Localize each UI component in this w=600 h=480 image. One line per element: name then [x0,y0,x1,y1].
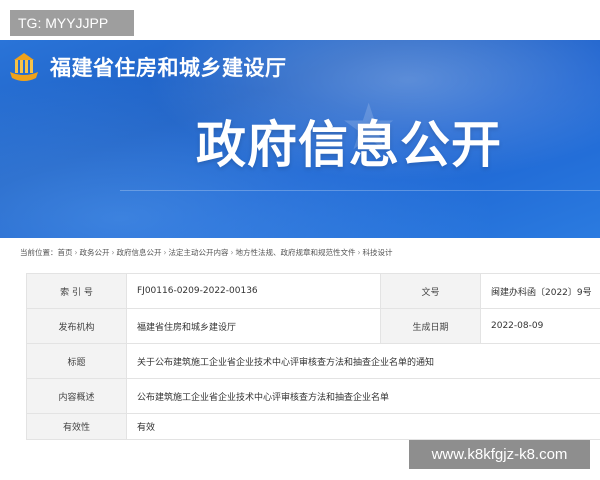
watermark-top: TG: MYYJJPP [10,10,134,36]
table-row: 发布机构 福建省住房和城乡建设厅 生成日期 2022-08-09 [26,308,600,344]
breadcrumb-separator: › [74,248,78,257]
breadcrumb-item-info-disclosure[interactable]: 政府信息公开 [117,248,162,257]
breadcrumb-item-gov-affairs[interactable]: 政务公开 [80,248,110,257]
breadcrumb-separator: › [357,248,361,257]
breadcrumb-separator: › [111,248,115,257]
watermark-url: www.k8kfgjz-k8.com [409,440,590,469]
date-value: 2022-08-09 [480,308,600,344]
publisher-value: 福建省住房和城乡建设厅 [126,308,381,344]
validity-label: 有效性 [26,413,127,440]
table-row: 有效性 有效 [26,413,600,440]
title-value: 关于公布建筑施工企业省企业技术中心评审核查方法和抽查企业名单的通知 [126,343,600,379]
summary-label: 内容概述 [26,378,127,414]
breadcrumb-separator: › [163,248,167,257]
breadcrumb-item-tech-design[interactable]: 科技设计 [363,248,393,257]
banner-divider [120,190,600,191]
breadcrumb: 当前位置：首页 › 政务公开 › 政府信息公开 › 法定主动公开内容 › 地方性法规、政府规章和… [20,246,393,260]
breadcrumb-prefix: 当前位置： [20,248,58,257]
title-label: 标题 [26,343,127,379]
breadcrumb-item-statutory-content[interactable]: 法定主动公开内容 [169,248,229,257]
breadcrumb-separator: › [230,248,234,257]
breadcrumb-item-regulations[interactable]: 地方性法规、政府规章和规范性文件 [236,248,356,257]
publisher-label: 发布机构 [26,308,127,344]
doc-number-value: 闽建办科函〔2022〕9号 [480,273,600,309]
department-name[interactable]: 福建省住房和城乡建设厅 [50,52,287,84]
validity-value: 有效 [126,413,600,440]
emblem-logo-icon [10,53,38,81]
document-info-table: 索 引 号 FJ00116-0209-2022-00136 文号 闽建办科函〔2… [26,273,600,440]
doc-number-label: 文号 [380,273,481,309]
breadcrumb-item-home[interactable]: 首页 [58,248,73,257]
index-label: 索 引 号 [26,273,127,309]
summary-value: 公布建筑施工企业省企业技术中心评审核查方法和抽查企业名单 [126,378,600,414]
date-label: 生成日期 [380,308,481,344]
table-row: 内容概述 公布建筑施工企业省企业技术中心评审核查方法和抽查企业名单 [26,378,600,414]
page-title: 政府信息公开 [196,116,502,174]
table-row: 标题 关于公布建筑施工企业省企业技术中心评审核查方法和抽查企业名单的通知 [26,343,600,379]
index-value: FJ00116-0209-2022-00136 [126,273,381,309]
table-row: 索 引 号 FJ00116-0209-2022-00136 文号 闽建办科函〔2… [26,273,600,309]
